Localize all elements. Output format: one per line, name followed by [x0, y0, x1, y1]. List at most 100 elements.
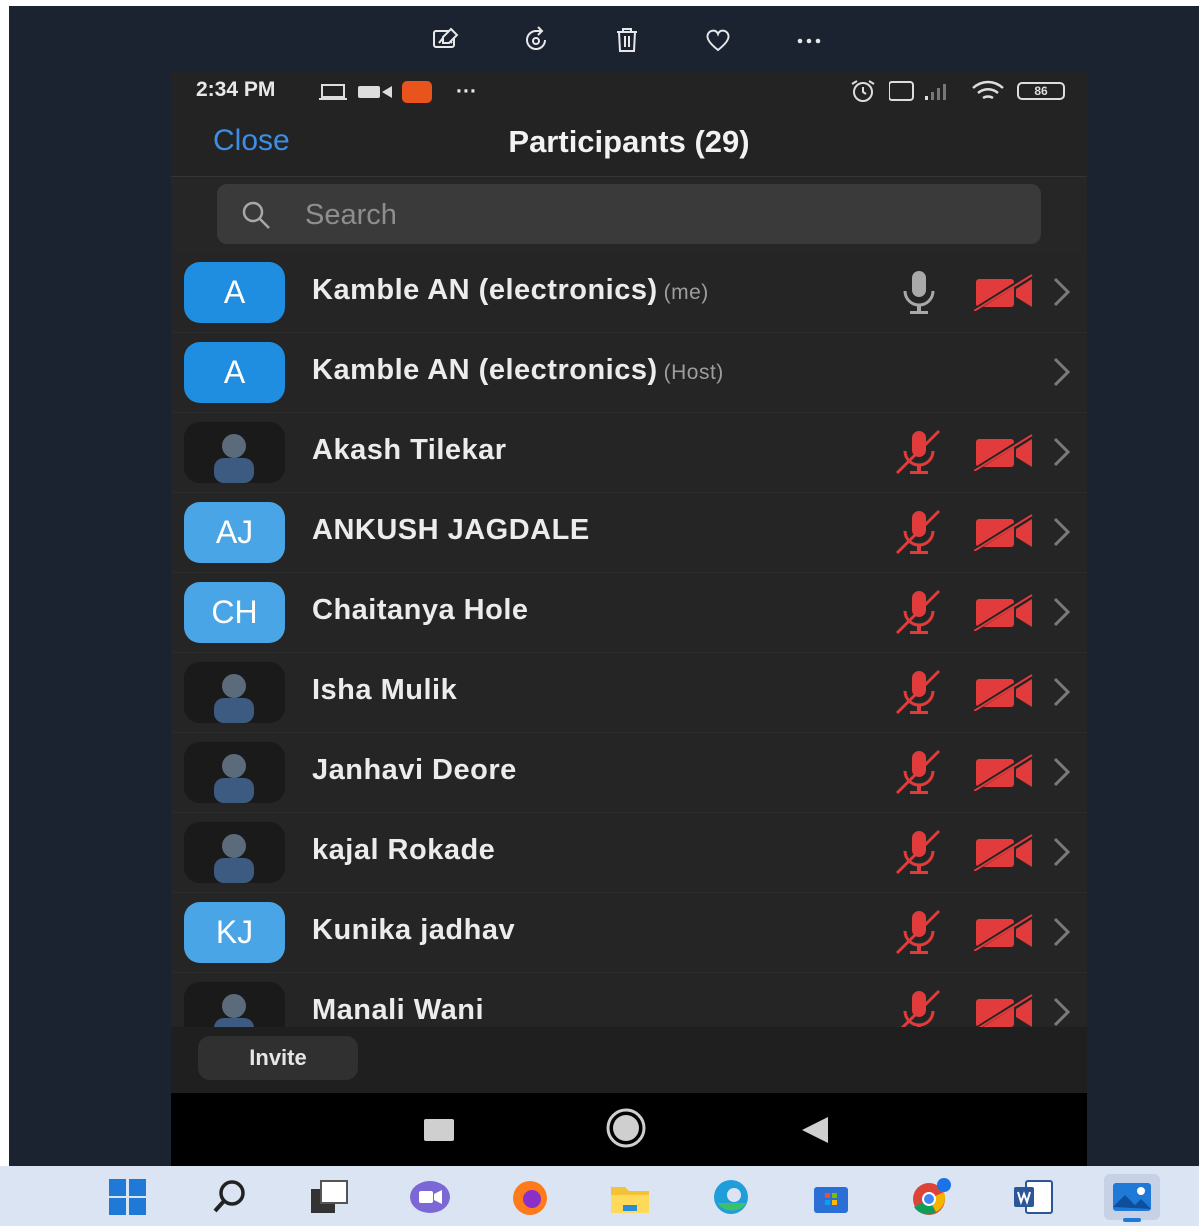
video-off-icon[interactable] — [973, 593, 1034, 632]
chrome-icon[interactable] — [903, 1174, 959, 1220]
search-icon[interactable] — [202, 1174, 258, 1220]
heart-icon[interactable] — [698, 20, 738, 60]
participant-row[interactable]: KJ Kunika jadhav — [171, 893, 1087, 973]
status-icons-right: 86 — [849, 79, 1065, 103]
chevron-right-icon[interactable] — [1051, 835, 1073, 869]
chevron-right-icon[interactable] — [1051, 915, 1073, 949]
more-options-icon[interactable] — [789, 20, 829, 60]
chevron-right-icon[interactable] — [1051, 515, 1073, 549]
video-icon — [358, 86, 392, 98]
avatar: KJ — [184, 902, 285, 963]
participant-name-text: Kamble AN (electronics) — [312, 274, 658, 306]
rotate-icon[interactable] — [516, 20, 556, 60]
chevron-right-icon[interactable] — [1051, 435, 1073, 469]
invite-button[interactable]: Invite — [198, 1036, 358, 1080]
participant-row[interactable]: A Kamble AN (electronics) (Host) — [171, 333, 1087, 413]
status-dots: ··· — [456, 80, 477, 103]
video-off-icon[interactable] — [974, 993, 1034, 1027]
video-off-icon[interactable] — [973, 513, 1034, 552]
video-off-icon[interactable] — [973, 753, 1034, 792]
video-off-icon[interactable] — [973, 913, 1034, 952]
microphone-muted-icon[interactable] — [893, 827, 945, 877]
avatar — [184, 822, 285, 883]
firefox-icon[interactable] — [502, 1174, 558, 1220]
participant-list: A Kamble AN (electronics) (me) A Kamble AN (… — [171, 253, 1087, 1027]
chevron-right-icon[interactable] — [1051, 995, 1073, 1027]
back-button[interactable] — [798, 1113, 832, 1147]
video-off-icon[interactable] — [973, 673, 1034, 712]
participant-row[interactable]: Akash Tilekar — [171, 413, 1087, 493]
phone-screenshot: 2:34 PM ··· 86 Close Participants (29) S… — [171, 72, 1087, 1166]
microphone-muted-icon[interactable] — [893, 587, 945, 637]
search-icon — [242, 201, 270, 229]
recent-apps-button[interactable] — [424, 1119, 454, 1141]
edit-image-icon[interactable] — [426, 20, 466, 60]
chevron-right-icon[interactable] — [1051, 275, 1073, 309]
microphone-muted-icon[interactable] — [893, 907, 945, 957]
participant-row[interactable]: AJ ANKUSH JAGDALE — [171, 493, 1087, 573]
home-button[interactable] — [605, 1107, 647, 1149]
participant-name: ANKUSH JAGDALE — [312, 514, 590, 547]
participant-row[interactable]: CH Chaitanya Hole — [171, 573, 1087, 653]
video-off-icon[interactable] — [973, 833, 1034, 872]
page-title: Participants (29) — [171, 124, 1087, 160]
chevron-right-icon[interactable] — [1051, 595, 1073, 629]
participant-name: kajal Rokade — [312, 834, 495, 867]
video-off-icon[interactable] — [973, 433, 1034, 472]
microphone-muted-icon[interactable] — [893, 667, 945, 717]
participant-name-text: Manali Wani — [312, 994, 484, 1026]
participant-row[interactable]: A Kamble AN (electronics) (me) — [171, 253, 1087, 333]
microphone-muted-icon[interactable] — [893, 987, 945, 1027]
chevron-right-icon[interactable] — [1051, 755, 1073, 789]
mi-app-icon — [402, 81, 432, 103]
status-bar: 2:34 PM ··· 86 — [171, 72, 1087, 108]
participant-row[interactable]: kajal Rokade — [171, 813, 1087, 893]
avatar — [184, 982, 285, 1027]
chevron-right-icon[interactable] — [1051, 675, 1073, 709]
participant-name-text: Kunika jadhav — [312, 914, 516, 946]
participant-name-text: ANKUSH JAGDALE — [312, 514, 590, 546]
participant-name-text: kajal Rokade — [312, 834, 496, 866]
start-icon[interactable] — [100, 1174, 156, 1220]
avatar — [184, 742, 285, 803]
participant-row[interactable]: Manali Wani — [171, 973, 1087, 1027]
participant-name: Manali Wani — [312, 994, 484, 1027]
search-input[interactable] — [303, 198, 1007, 232]
microsoft-store-icon[interactable] — [803, 1174, 859, 1220]
participant-row[interactable]: Isha Mulik — [171, 653, 1087, 733]
microphone-icon[interactable] — [893, 267, 945, 317]
active-indicator — [1123, 1218, 1141, 1222]
avatar: CH — [184, 582, 285, 643]
participant-role-tag: (me) — [663, 281, 709, 304]
microphone-muted-icon[interactable] — [893, 507, 945, 557]
word-icon[interactable] — [1005, 1174, 1061, 1220]
participant-name: Chaitanya Hole — [312, 594, 529, 627]
participant-name: Janhavi Deore — [312, 754, 517, 787]
video-off-icon[interactable] — [973, 273, 1034, 312]
file-explorer-icon[interactable] — [602, 1174, 658, 1220]
participant-row[interactable]: Janhavi Deore — [171, 733, 1087, 813]
windows-taskbar — [0, 1166, 1199, 1226]
participant-name-text: Akash Tilekar — [312, 434, 507, 466]
alarm-icon — [851, 80, 875, 102]
edge-icon[interactable] — [703, 1174, 759, 1220]
participant-name: Kamble AN (electronics) (me) — [312, 274, 709, 307]
android-nav-bar — [171, 1093, 1087, 1166]
status-time: 2:34 PM — [196, 78, 276, 101]
search-box[interactable] — [217, 184, 1041, 244]
delete-icon[interactable] — [607, 20, 647, 60]
chevron-right-icon[interactable] — [1051, 355, 1073, 389]
teams-chat-icon[interactable] — [402, 1174, 458, 1220]
wifi-icon — [972, 80, 1004, 100]
photos-icon[interactable] — [1104, 1174, 1160, 1222]
avatar: A — [184, 342, 285, 403]
microphone-muted-icon[interactable] — [893, 747, 945, 797]
participant-name-text: Isha Mulik — [312, 674, 458, 706]
microphone-muted-icon[interactable] — [893, 427, 945, 477]
battery-indicator: 86 — [1017, 82, 1065, 100]
participant-name: Isha Mulik — [312, 674, 457, 707]
viewer-toolbar — [9, 6, 1199, 72]
task-view-icon[interactable] — [302, 1174, 358, 1220]
participant-name-text: Kamble AN (electronics) — [312, 354, 658, 386]
avatar: A — [184, 262, 285, 323]
